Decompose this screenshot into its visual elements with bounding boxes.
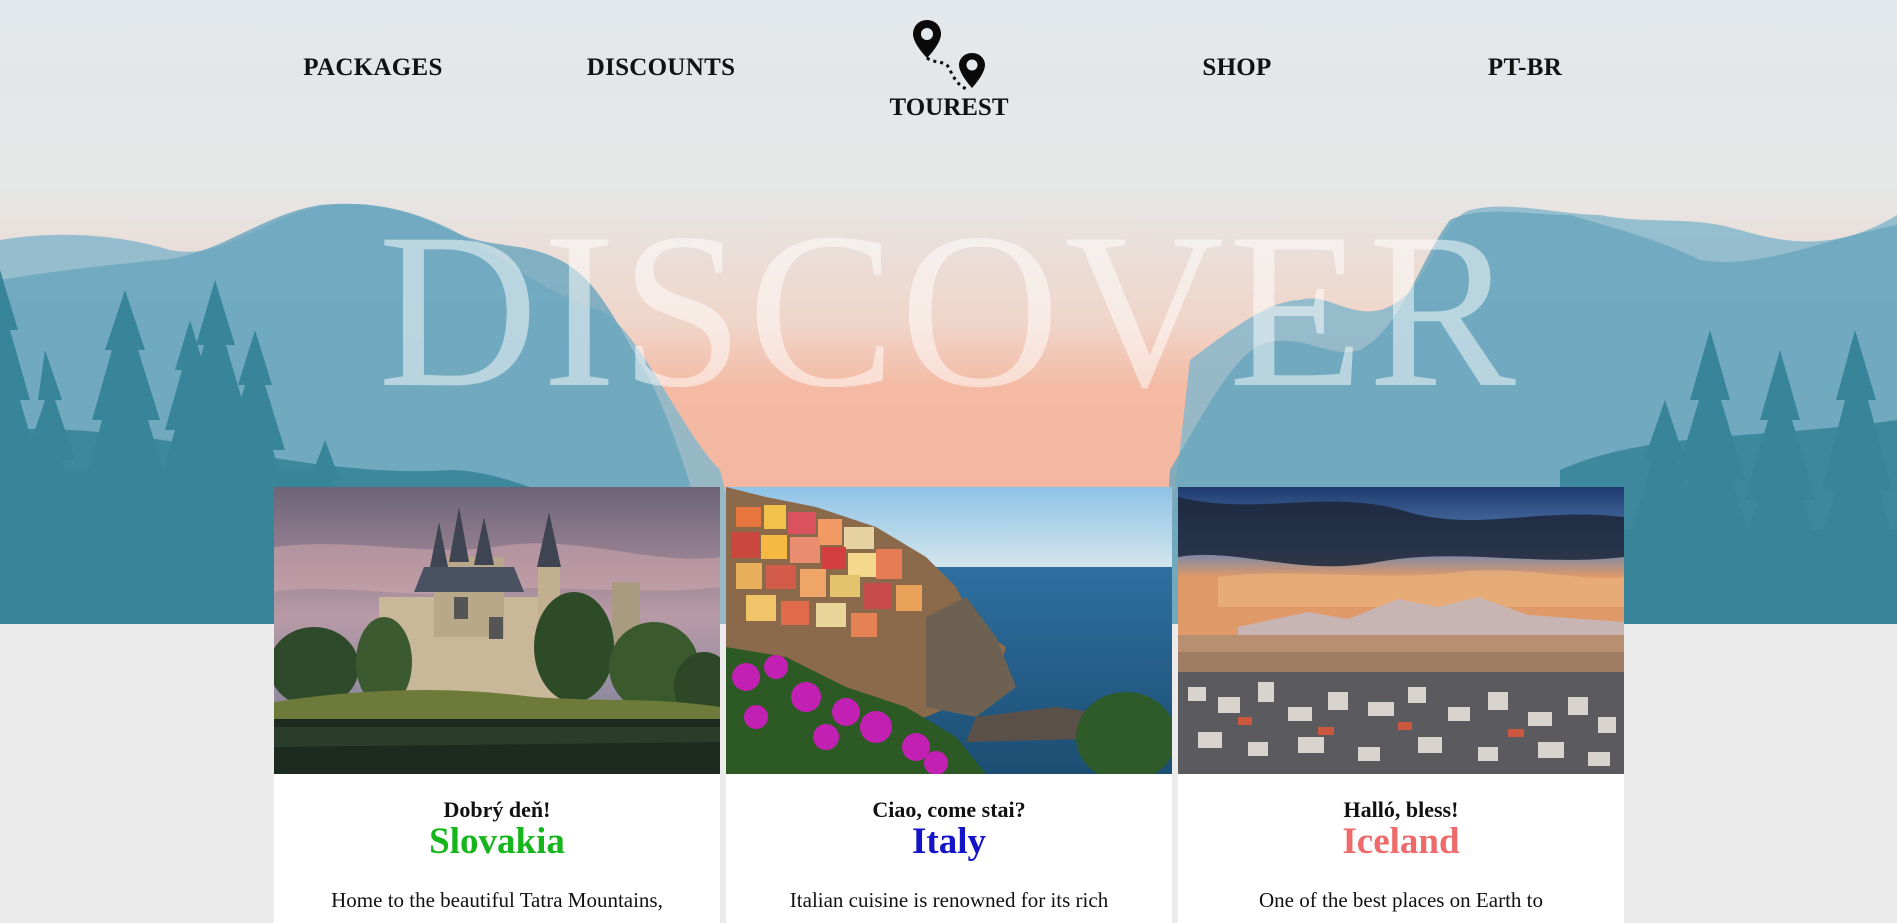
destination-card-italy[interactable]: Ciao, come stai? Italy Italian cuisine i…: [726, 487, 1172, 923]
hero-heading: DISCOVER: [377, 188, 1521, 434]
top-navigation: PACKAGES DISCOUNTS TOUREST SHOP PT-BR: [0, 0, 1897, 130]
country-description: Italian cuisine is renowned for its rich: [789, 888, 1109, 912]
destination-cards: Dobrý deň! Slovakia Home to the beautifu…: [274, 487, 1626, 923]
country-description: One of the best places on Earth to: [1259, 888, 1543, 912]
city-sunset-photo: [1178, 487, 1624, 774]
nav-link-packages[interactable]: PACKAGES: [303, 54, 442, 82]
country-name[interactable]: Slovakia: [274, 821, 720, 863]
greeting-text: Dobrý deň!: [443, 797, 551, 822]
destination-card-iceland[interactable]: Halló, bless! Iceland One of the best pl…: [1178, 487, 1624, 923]
country-name[interactable]: Iceland: [1178, 821, 1624, 863]
coastal-village-photo: [726, 487, 1172, 774]
destination-card-slovakia[interactable]: Dobrý deň! Slovakia Home to the beautifu…: [274, 487, 720, 923]
country-name[interactable]: Italy: [726, 821, 1172, 863]
nav-link-shop[interactable]: SHOP: [1202, 54, 1271, 82]
nav-link-language[interactable]: PT-BR: [1488, 54, 1562, 82]
nav-link-discounts[interactable]: DISCOUNTS: [587, 54, 736, 82]
brand-logo-text[interactable]: TOUREST: [889, 94, 1008, 122]
greeting-text: Halló, bless!: [1343, 797, 1459, 822]
map-pins-route-icon[interactable]: [905, 16, 987, 96]
greeting-text: Ciao, come stai?: [872, 797, 1026, 822]
country-description: Home to the beautiful Tatra Mountains,: [331, 888, 663, 912]
castle-lake-photo: [274, 487, 720, 774]
